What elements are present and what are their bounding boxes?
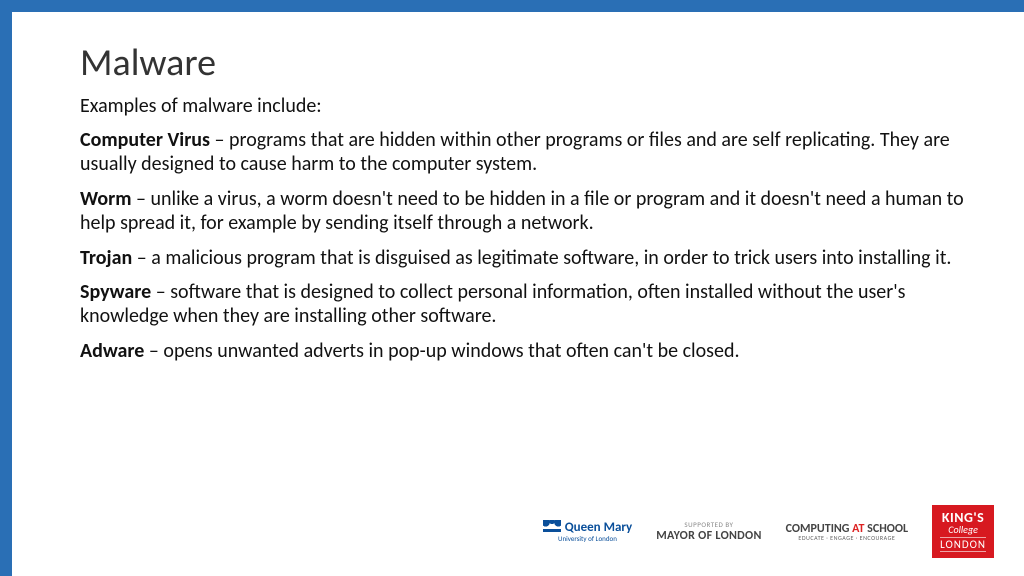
term: Trojan (80, 246, 132, 270)
footer-logos: Queen Mary University of London SUPPORTE… (543, 505, 994, 558)
slide: Malware Examples of malware include: Com… (0, 0, 1024, 576)
logo-mayor-of-london: SUPPORTED BY MAYOR OF LONDON (656, 520, 761, 543)
term: Worm (80, 187, 131, 211)
term: Adware (80, 339, 144, 363)
logo-kings-college-london: KING'S College LONDON (932, 505, 994, 558)
kcl-college: College (948, 525, 978, 535)
sep: – (131, 187, 150, 211)
logo-computing-at-school: COMPUTING AT SCHOOL EDUCATE · ENGAGE · E… (786, 523, 908, 541)
slide-title: Malware (80, 40, 964, 86)
qm-sub: University of London (558, 534, 617, 543)
item-spyware: Spyware – software that is designed to c… (80, 280, 964, 329)
item-computer-virus: Computer Virus – programs that are hidde… (80, 128, 964, 177)
mayor-sup: SUPPORTED BY (684, 520, 733, 529)
logo-queen-mary: Queen Mary University of London (543, 520, 633, 543)
kcl-london: LONDON (940, 537, 986, 552)
desc: a malicious program that is disguised as… (151, 246, 951, 270)
item-trojan: Trojan – a malicious program that is dis… (80, 246, 964, 270)
crown-icon (543, 520, 561, 532)
desc: opens unwanted adverts in pop-up windows… (163, 339, 739, 363)
sep: – (132, 246, 151, 270)
sep: – (210, 128, 229, 152)
desc: unlike a virus, a worm doesn't need to b… (80, 187, 964, 235)
term: Spyware (80, 280, 151, 304)
mayor-main: MAYOR OF LONDON (656, 529, 761, 543)
sep: – (144, 339, 163, 363)
item-adware: Adware – opens unwanted adverts in pop-u… (80, 339, 964, 363)
item-worm: Worm – unlike a virus, a worm doesn't ne… (80, 187, 964, 236)
sep: – (151, 280, 170, 304)
cas-sub: EDUCATE · ENGAGE · ENCOURAGE (798, 535, 895, 541)
slide-subtitle: Examples of malware include: (80, 94, 964, 118)
term: Computer Virus (80, 128, 210, 152)
qm-name: Queen Mary (565, 520, 633, 535)
desc: software that is designed to collect per… (80, 280, 905, 328)
